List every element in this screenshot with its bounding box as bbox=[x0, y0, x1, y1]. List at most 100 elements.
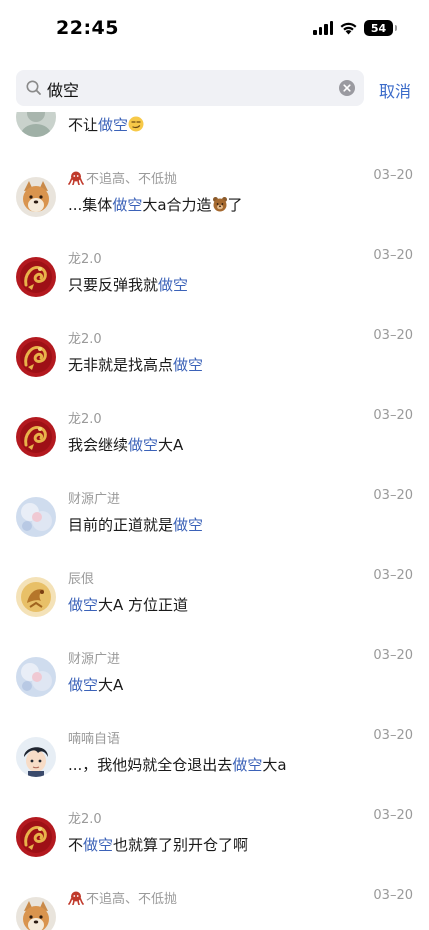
keyword-highlight: 做空 bbox=[173, 356, 204, 374]
status-time: 22:45 bbox=[56, 17, 119, 39]
username-text: 龙2.0 bbox=[68, 412, 102, 427]
keyword-highlight: 做空 bbox=[98, 116, 129, 134]
search-row: 做空 取消 bbox=[0, 70, 429, 108]
message-text: 不做空也就算了别开仓了啊 bbox=[68, 834, 248, 855]
username-text: 不追高、不低抛 bbox=[86, 892, 178, 907]
message-segment: 大A bbox=[158, 436, 184, 454]
list-item[interactable]: 龙2.0 03–20 只要反弹我就做空 bbox=[0, 240, 429, 320]
blue-cloud-avatar-icon bbox=[16, 657, 56, 697]
avatar[interactable] bbox=[16, 337, 56, 377]
keyword-highlight: 做空 bbox=[158, 276, 189, 294]
keyword-highlight: 做空 bbox=[232, 756, 263, 774]
avatar[interactable] bbox=[16, 737, 56, 777]
username[interactable]: 龙2.0 bbox=[68, 248, 102, 267]
list-item[interactable]: 不让做空 bbox=[0, 112, 429, 160]
message-segment: 目前的正道就是 bbox=[68, 516, 174, 534]
message-date: 03–20 bbox=[373, 488, 413, 503]
cellular-signal-icon bbox=[313, 21, 333, 35]
blue-cloud-avatar-icon bbox=[16, 497, 56, 537]
avatar[interactable] bbox=[16, 817, 56, 857]
list-item[interactable]: 龙2.0 03–20 我会继续做空大A bbox=[0, 400, 429, 480]
message-segment: 无非就是找高点 bbox=[68, 356, 174, 374]
keyword-highlight: 做空 bbox=[112, 196, 143, 214]
username-text: 财源广进 bbox=[68, 492, 121, 507]
message-segment: 不让 bbox=[68, 116, 99, 134]
dog-avatar-icon bbox=[16, 897, 56, 930]
list-item[interactable]: 财源广进 03–20 做空大A bbox=[0, 640, 429, 720]
message-text: 做空大A bbox=[68, 674, 123, 695]
message-text: 做空大A 方位正道 bbox=[68, 594, 188, 615]
dragon-avatar-icon bbox=[16, 257, 56, 297]
status-bar: 22:45 54 bbox=[0, 0, 429, 60]
message-segment: 大A 方位正道 bbox=[98, 596, 189, 614]
message-segment: 大A bbox=[98, 676, 124, 694]
message-text: 我会继续做空大A bbox=[68, 434, 183, 455]
username-text: 龙2.0 bbox=[68, 252, 102, 267]
message-segment: ...集体 bbox=[68, 196, 113, 214]
avatar[interactable] bbox=[16, 657, 56, 697]
message-segment: 大a bbox=[262, 756, 287, 774]
message-date: 03–20 bbox=[373, 648, 413, 663]
smirk-emoji-icon bbox=[128, 116, 144, 132]
list-item[interactable]: 不追高、不低抛 03–20 bbox=[0, 880, 429, 930]
search-icon bbox=[26, 80, 41, 95]
username[interactable]: 财源广进 bbox=[68, 648, 120, 667]
list-item[interactable]: 财源广进 03–20 目前的正道就是做空 bbox=[0, 480, 429, 560]
status-icons: 54 bbox=[313, 20, 397, 36]
anime-boy-avatar-icon bbox=[16, 737, 56, 777]
username-text: 龙2.0 bbox=[68, 812, 102, 827]
message-segment: 大a合力造 bbox=[142, 196, 212, 214]
message-date: 03–20 bbox=[373, 248, 413, 263]
list-item[interactable]: 龙2.0 03–20 不做空也就算了别开仓了啊 bbox=[0, 800, 429, 880]
avatar[interactable] bbox=[16, 897, 56, 930]
username[interactable]: 辰佷 bbox=[68, 568, 94, 587]
dog-avatar-icon bbox=[16, 177, 56, 217]
battery-level: 54 bbox=[370, 21, 387, 35]
avatar[interactable] bbox=[16, 257, 56, 297]
avatar[interactable] bbox=[16, 417, 56, 457]
username[interactable]: 龙2.0 bbox=[68, 808, 102, 827]
username[interactable]: 财源广进 bbox=[68, 488, 120, 507]
avatar[interactable] bbox=[16, 497, 56, 537]
list-item[interactable]: 龙2.0 03–20 无非就是找高点做空 bbox=[0, 320, 429, 400]
avatar[interactable] bbox=[16, 112, 56, 137]
dragon-avatar-icon bbox=[16, 337, 56, 377]
wifi-icon bbox=[340, 22, 357, 35]
octopus-icon bbox=[68, 891, 84, 905]
username-text: 不追高、不低抛 bbox=[86, 172, 178, 187]
username[interactable]: 龙2.0 bbox=[68, 408, 102, 427]
username-text: 龙2.0 bbox=[68, 332, 102, 347]
message-text: 目前的正道就是做空 bbox=[68, 514, 203, 535]
message-date: 03–20 bbox=[373, 408, 413, 423]
cancel-button[interactable]: 取消 bbox=[379, 78, 411, 102]
username-text: 财源广进 bbox=[68, 652, 121, 667]
list-item[interactable]: 不追高、不低抛 03–20 ...集体做空大a合力造了 bbox=[0, 160, 429, 240]
search-input[interactable]: 做空 bbox=[16, 70, 364, 106]
dragon-avatar-icon bbox=[16, 417, 56, 457]
message-text: ...，我他妈就全仓退出去做空大a bbox=[68, 754, 287, 775]
list-item[interactable]: 辰佷 03–20 做空大A 方位正道 bbox=[0, 560, 429, 640]
message-text: 只要反弹我就做空 bbox=[68, 274, 188, 295]
clear-icon[interactable] bbox=[339, 80, 355, 96]
message-text: 不让做空 bbox=[68, 114, 144, 135]
username[interactable]: 不追高、不低抛 bbox=[68, 168, 177, 187]
message-date: 03–20 bbox=[373, 888, 413, 903]
username-text: 喃喃自语 bbox=[68, 732, 121, 747]
username[interactable]: 不追高、不低抛 bbox=[68, 888, 177, 907]
gold-avatar-icon bbox=[16, 577, 56, 617]
search-results-list[interactable]: 不让做空 不追高、不低抛 03–20 ...集体做空大a合力造了龙2.0 03–20 只要… bbox=[0, 112, 429, 930]
message-segment: 我会继续 bbox=[68, 436, 129, 454]
message-date: 03–20 bbox=[373, 728, 413, 743]
message-segment: 只要反弹我就 bbox=[68, 276, 159, 294]
avatar[interactable] bbox=[16, 177, 56, 217]
message-text: ...集体做空大a合力造了 bbox=[68, 194, 243, 215]
message-segment: 也就算了别开仓了啊 bbox=[113, 836, 249, 854]
keyword-highlight: 做空 bbox=[173, 516, 204, 534]
username[interactable]: 喃喃自语 bbox=[68, 728, 120, 747]
list-item[interactable]: 喃喃自语 03–20 ...，我他妈就全仓退出去做空大a bbox=[0, 720, 429, 800]
username[interactable]: 龙2.0 bbox=[68, 328, 102, 347]
avatar[interactable] bbox=[16, 577, 56, 617]
message-date: 03–20 bbox=[373, 168, 413, 183]
message-text: 无非就是找高点做空 bbox=[68, 354, 203, 375]
search-query-text: 做空 bbox=[47, 81, 80, 100]
